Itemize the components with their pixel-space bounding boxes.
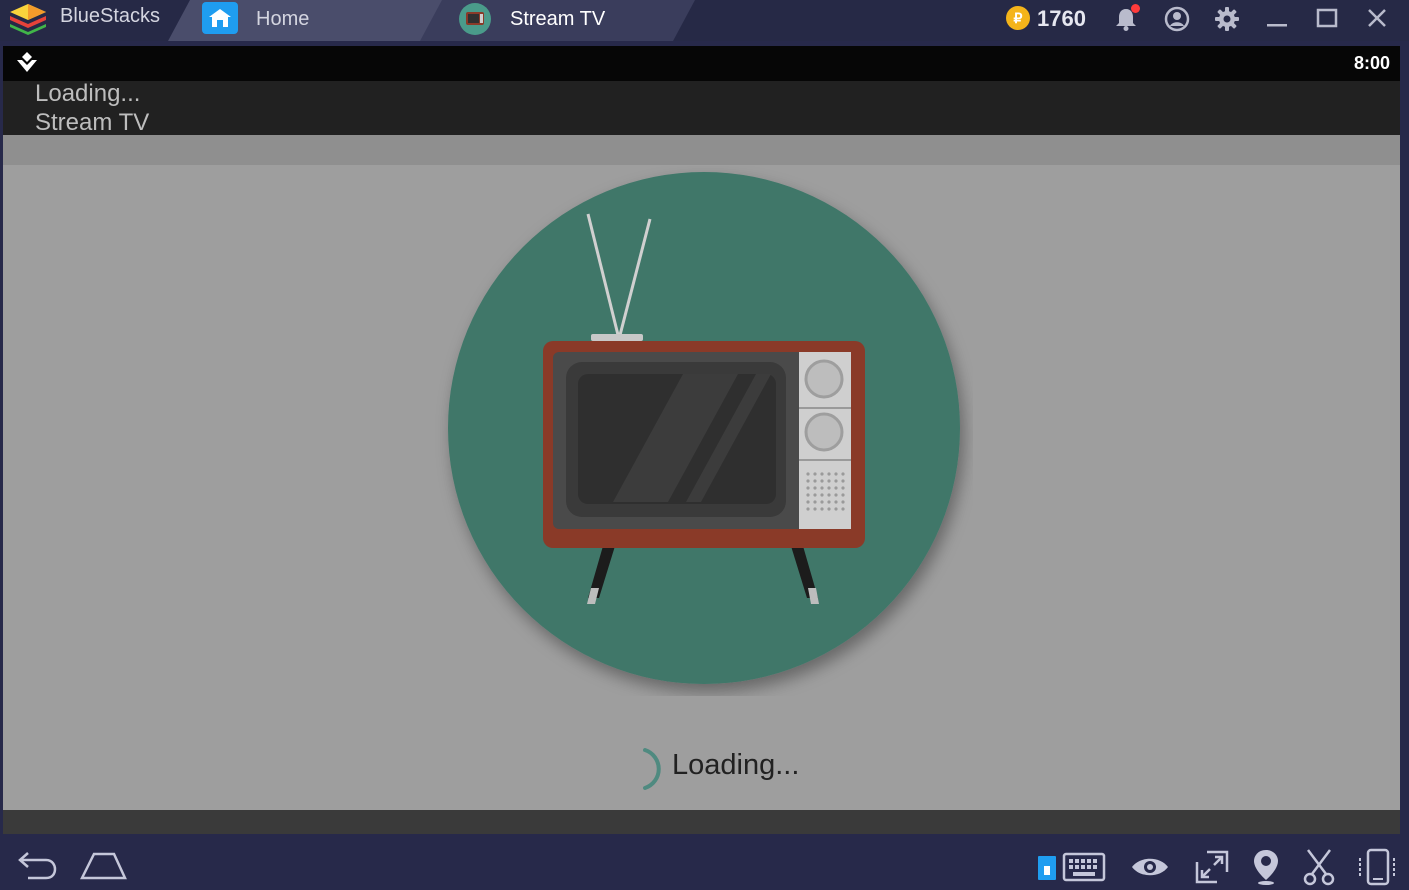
back-icon[interactable] — [10, 850, 58, 882]
maximize-icon[interactable] — [1314, 6, 1340, 32]
loading-text: Loading... — [672, 749, 800, 781]
tab-stream-tv-label[interactable]: Stream TV — [510, 8, 605, 31]
header-app-name: Stream TV — [35, 109, 150, 136]
android-nav-strip — [3, 810, 1400, 834]
bluestacks-logo-icon — [10, 4, 46, 35]
rotate-icon[interactable] — [1356, 848, 1398, 886]
brand-name: BlueStacks — [60, 5, 161, 27]
download-icon — [17, 52, 37, 72]
tv-icon — [459, 3, 491, 35]
location-icon[interactable] — [1252, 848, 1280, 886]
tv-splash-illustration — [448, 172, 960, 684]
header-loading-text: Loading... — [35, 80, 141, 107]
android-screen[interactable]: 8:00 Loading... Stream TV Loading... — [3, 46, 1400, 834]
minimize-icon[interactable] — [1264, 6, 1290, 32]
scissors-icon[interactable] — [1302, 848, 1336, 886]
notification-dot — [1131, 4, 1140, 13]
close-icon[interactable] — [1364, 6, 1390, 32]
fullscreen-icon[interactable] — [1195, 850, 1229, 884]
keyboard-icon[interactable] — [1036, 852, 1108, 884]
tab-home-label[interactable]: Home — [256, 8, 309, 31]
status-time: 8:00 — [1353, 53, 1390, 73]
title-bar: BlueStacks Home Stream TV ₽ 1760 — [0, 0, 1409, 41]
home-icon[interactable] — [202, 2, 238, 34]
loading-spinner — [643, 748, 661, 790]
bottom-toolbar — [0, 840, 1409, 890]
eye-icon[interactable] — [1130, 854, 1170, 880]
status-bar: 8:00 — [3, 46, 1400, 81]
coin-icon[interactable]: ₽ — [1006, 6, 1030, 30]
home-icon[interactable] — [80, 850, 128, 882]
gear-icon[interactable] — [1214, 6, 1240, 32]
app-header: Loading... Stream TV — [3, 80, 1400, 136]
toolbar-strip — [3, 135, 1400, 165]
coin-count[interactable]: 1760 — [1037, 6, 1086, 32]
account-icon[interactable] — [1164, 6, 1190, 32]
